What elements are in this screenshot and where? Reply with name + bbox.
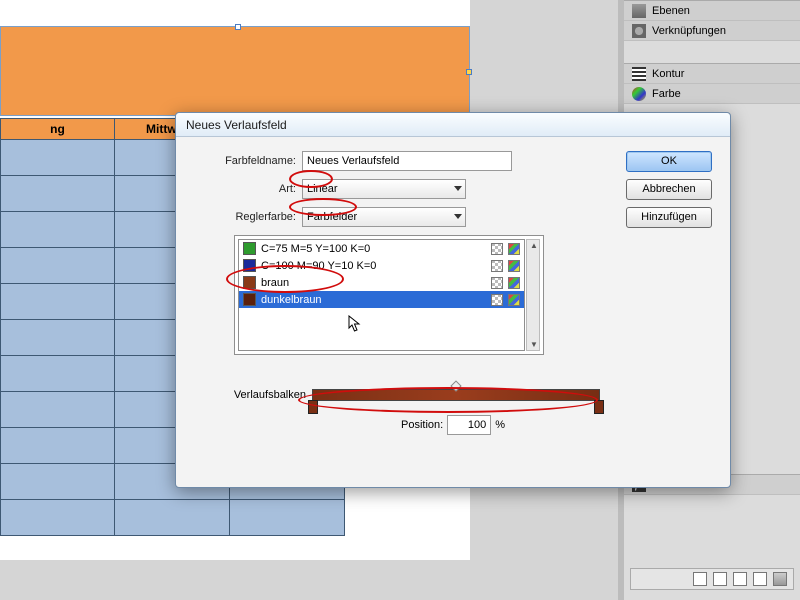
swatch-name-label: Farbfeldname: [192, 155, 302, 167]
swatch-name: dunkelbraun [261, 294, 486, 306]
dialog-button-column: OK Abbrechen Hinzufügen [626, 151, 712, 235]
swatch-listbox[interactable]: C=75 M=5 Y=100 K=0 C=100 M=90 Y=10 K=0 bra… [234, 235, 544, 355]
swatch-name-input[interactable]: Neues Verlaufsfeld [302, 151, 512, 171]
stop-color-label: Reglerfarbe: [192, 211, 302, 223]
panel-label: Verknüpfungen [652, 25, 726, 37]
panel-layers[interactable]: Ebenen [624, 1, 800, 21]
selection-handle[interactable] [466, 69, 472, 75]
new-page-icon[interactable] [733, 572, 747, 586]
swatch-mode-icon [491, 243, 503, 255]
swatch-model-icon [508, 277, 520, 289]
new-page-icon[interactable] [713, 572, 727, 586]
panel-color[interactable]: Farbe [624, 84, 800, 104]
ok-button[interactable]: OK [626, 151, 712, 172]
layers-icon [632, 4, 646, 18]
swatch-row[interactable]: C=100 M=90 Y=10 K=0 [239, 257, 524, 274]
swatch-mode-icon [491, 294, 503, 306]
swatch-name: braun [261, 277, 486, 289]
swatch-row[interactable]: dunkelbraun [239, 291, 524, 308]
new-item-icon[interactable] [753, 572, 767, 586]
swatch-chip-icon [243, 259, 256, 272]
panel-label: Ebenen [652, 5, 690, 17]
gradient-type-select[interactable]: Linear [302, 179, 466, 199]
panel-links[interactable]: Verknüpfungen [624, 21, 800, 41]
gradient-type-value: Linear [307, 183, 338, 195]
swatch-chip-icon [243, 276, 256, 289]
swatch-model-icon [508, 294, 520, 306]
gradient-stop-right[interactable] [594, 400, 604, 414]
chevron-down-icon [454, 186, 462, 191]
trash-icon[interactable] [773, 572, 787, 586]
stop-color-value: Farbfelder [307, 211, 357, 223]
palette-icon [632, 87, 646, 101]
swatch-chip-icon [243, 242, 256, 255]
stroke-icon [632, 67, 646, 81]
panel-label: Farbe [652, 88, 681, 100]
gradient-midpoint-handle[interactable] [450, 380, 461, 391]
cancel-button[interactable]: Abbrechen [626, 179, 712, 200]
add-button[interactable]: Hinzufügen [626, 207, 712, 228]
position-label: Position: [401, 419, 443, 431]
selection-handle[interactable] [235, 24, 241, 30]
swatch-name: C=100 M=90 Y=10 K=0 [261, 260, 486, 272]
new-page-icon[interactable] [693, 572, 707, 586]
link-icon [632, 24, 646, 38]
dialog-titlebar[interactable]: Neues Verlaufsfeld [176, 113, 730, 137]
swatch-model-icon [508, 243, 520, 255]
swatch-mode-icon [491, 277, 503, 289]
swatch-row[interactable]: C=75 M=5 Y=100 K=0 [239, 240, 524, 257]
gradient-stop-left[interactable] [308, 400, 318, 414]
swatch-name: C=75 M=5 Y=100 K=0 [261, 243, 486, 255]
chevron-down-icon [454, 214, 462, 219]
gradient-type-label: Art: [192, 183, 302, 195]
panel-footer-toolbar [630, 568, 794, 590]
panel-stroke[interactable]: Kontur [624, 64, 800, 84]
position-unit: % [495, 419, 505, 431]
gradient-ramp[interactable] [312, 389, 600, 401]
swatch-model-icon [508, 260, 520, 272]
scrollbar[interactable] [526, 239, 540, 351]
selected-header-cell[interactable] [0, 26, 470, 116]
new-gradient-swatch-dialog: Neues Verlaufsfeld OK Abbrechen Hinzufüg… [175, 112, 731, 488]
swatch-chip-icon [243, 293, 256, 306]
gradient-ramp-label: Verlaufsbalken [192, 389, 312, 401]
weekday-cell[interactable]: ng [0, 118, 115, 140]
position-input[interactable]: 100 [447, 415, 491, 435]
stop-color-select[interactable]: Farbfelder [302, 207, 466, 227]
swatch-mode-icon [491, 260, 503, 272]
swatch-row[interactable]: braun [239, 274, 524, 291]
panel-label: Kontur [652, 68, 684, 80]
